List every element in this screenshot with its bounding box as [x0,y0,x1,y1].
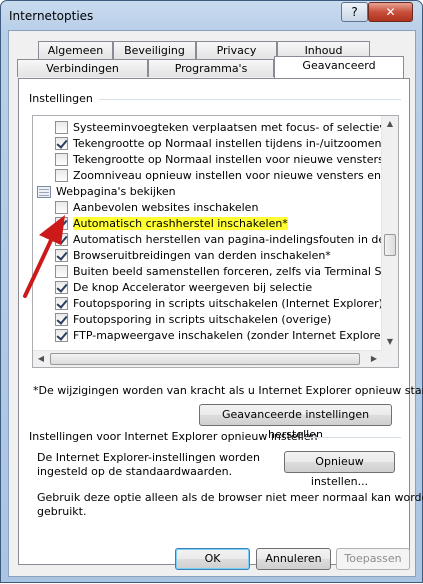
red-arrow-icon [23,215,65,298]
tab-geavanceerd[interactable]: Geavanceerd [274,56,404,78]
internet-options-dialog: Internetopties ? ✕ Algemeen Beveiliging … [0,0,423,583]
